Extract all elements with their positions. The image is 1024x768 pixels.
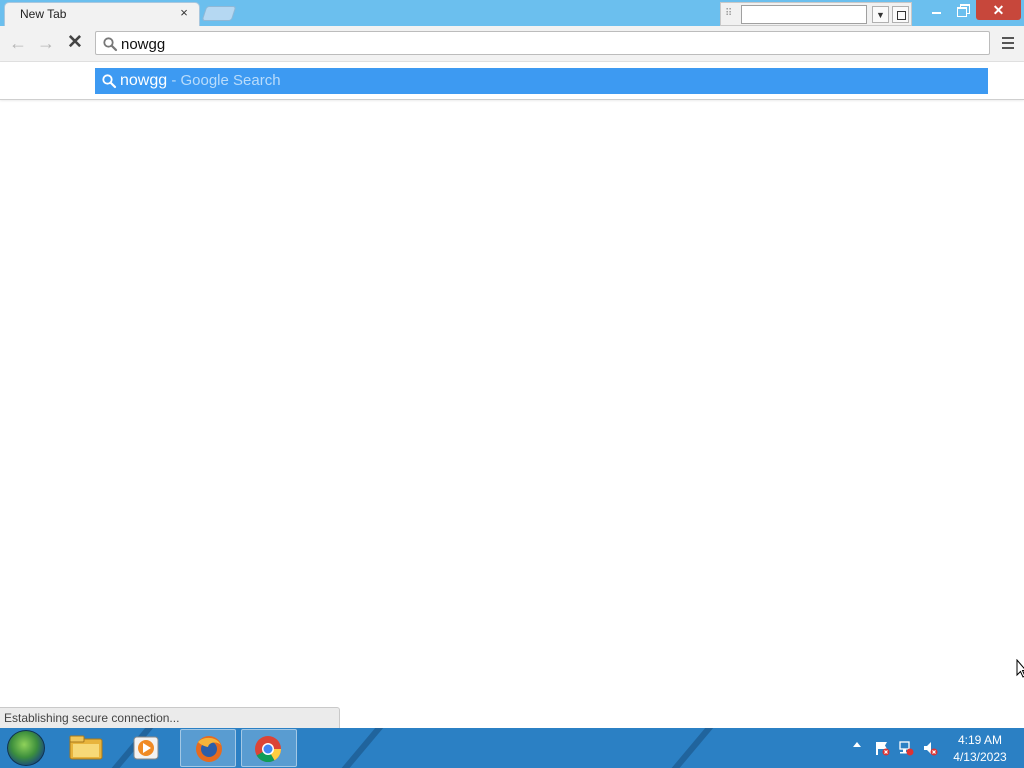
back-button[interactable]: ← xyxy=(6,32,30,54)
suggestion-google-search[interactable]: nowgg - Google Search xyxy=(95,68,988,94)
folder-icon xyxy=(69,735,103,760)
taskbar-stripe xyxy=(654,728,714,768)
mouse-cursor-icon xyxy=(1016,659,1024,678)
new-tab-button[interactable] xyxy=(201,6,237,21)
chrome-logo-icon xyxy=(255,736,282,763)
drag-grip-icon[interactable]: ⠿ xyxy=(725,8,737,20)
widget-dropdown-icon[interactable]: ▼ xyxy=(872,6,889,23)
play-icon xyxy=(133,736,159,760)
status-bubble: Establishing secure connection... xyxy=(0,707,340,728)
show-hidden-icons-icon[interactable] xyxy=(853,742,861,747)
windows-taskbar: 4:19 AM 4/13/2023 xyxy=(0,728,1024,768)
clock-date[interactable]: 4/13/2023 xyxy=(946,750,1014,764)
tab-close-icon[interactable]: × xyxy=(178,6,190,19)
close-button[interactable]: ✕ xyxy=(976,0,1021,20)
floating-toolbar-widget: ⠿ ▼ xyxy=(720,2,912,26)
widget-maximize-icon[interactable] xyxy=(892,6,909,23)
browser-toolbar: ← → ✕ nowgg xyxy=(0,26,1024,62)
search-icon xyxy=(102,74,117,89)
forward-button[interactable]: → xyxy=(34,32,58,54)
clock-time[interactable]: 4:19 AM xyxy=(946,733,1014,747)
suggestion-text: nowgg - Google Search xyxy=(120,72,281,90)
restore-button[interactable] xyxy=(950,0,976,20)
firefox-logo-icon xyxy=(196,736,222,762)
address-bar-text[interactable]: nowgg xyxy=(121,36,165,53)
chrome-menu-button[interactable] xyxy=(998,33,1018,53)
search-icon xyxy=(103,37,118,52)
network-icon[interactable] xyxy=(898,740,914,756)
suggestion-description: - Google Search xyxy=(167,72,281,89)
chrome-icon[interactable] xyxy=(241,729,297,767)
file-explorer-icon[interactable] xyxy=(58,729,114,767)
firefox-icon[interactable] xyxy=(180,729,236,767)
media-player-icon[interactable] xyxy=(118,729,174,767)
start-button[interactable] xyxy=(7,730,45,766)
minimize-button[interactable] xyxy=(922,0,950,20)
widget-input[interactable] xyxy=(741,5,867,24)
taskbar-stripe xyxy=(324,728,384,768)
stop-loading-button[interactable]: ✕ xyxy=(63,32,87,54)
address-bar[interactable]: nowgg xyxy=(95,31,990,55)
action-center-flag-icon[interactable] xyxy=(874,740,890,756)
volume-muted-icon[interactable] xyxy=(922,740,938,756)
suggestion-query: nowgg xyxy=(120,72,168,89)
title-bar: New Tab × ⠿ ▼ ✕ xyxy=(0,0,1024,27)
tab-new-tab[interactable]: New Tab × xyxy=(4,2,200,27)
tab-title: New Tab xyxy=(20,7,67,21)
omnibox-dropdown: nowgg - Google Search xyxy=(0,62,1024,100)
